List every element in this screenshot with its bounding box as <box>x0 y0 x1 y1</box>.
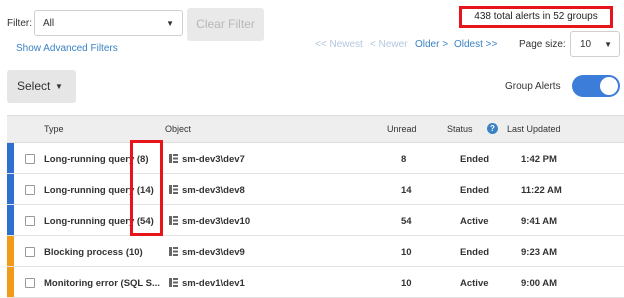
row-checkbox[interactable] <box>25 216 35 226</box>
table-row[interactable]: Long-running query (14) sm-dev3\dev8 14 … <box>7 174 624 205</box>
chevron-down-icon: ▼ <box>604 40 612 49</box>
table-row[interactable]: Long-running query (54) sm-dev3\dev10 54… <box>7 205 624 236</box>
alert-unread: 10 <box>401 247 412 258</box>
pager-newest: << Newest <box>315 39 363 50</box>
severity-stripe <box>7 205 14 235</box>
alert-last-updated: 11:22 AM <box>521 185 562 196</box>
server-icon <box>169 154 178 163</box>
table-header: Type Object Unread Status ? Last Updated <box>7 115 624 143</box>
server-icon <box>169 216 178 225</box>
annotation-highlight-box <box>130 140 163 236</box>
column-header-unread[interactable]: Unread <box>387 124 417 134</box>
severity-stripe <box>7 143 14 173</box>
alert-last-updated: 9:00 AM <box>521 278 558 289</box>
alert-object[interactable]: sm-dev3\dev7 <box>182 154 245 165</box>
severity-stripe <box>7 174 14 204</box>
table-row[interactable]: Monitoring error (SQL S... sm-dev1\dev1 … <box>7 267 624 298</box>
table-row[interactable]: Blocking process (10) sm-dev3\dev9 10 En… <box>7 236 624 267</box>
alert-object[interactable]: sm-dev1\dev1 <box>182 278 245 289</box>
alert-status: Ended <box>460 247 490 258</box>
server-icon <box>169 278 178 287</box>
alert-status: Active <box>460 216 489 227</box>
severity-stripe <box>7 236 14 266</box>
server-icon <box>169 247 178 256</box>
caret-down-icon: ▼ <box>55 82 63 91</box>
clear-filter-button[interactable]: Clear Filter <box>187 8 264 41</box>
alert-type[interactable]: Monitoring error (SQL S... <box>44 278 160 289</box>
server-icon <box>169 185 178 194</box>
column-header-object[interactable]: Object <box>165 124 191 134</box>
alert-unread: 10 <box>401 278 412 289</box>
alert-unread: 14 <box>401 185 412 196</box>
alert-object[interactable]: sm-dev3\dev9 <box>182 247 245 258</box>
alert-type[interactable]: Blocking process (10) <box>44 247 143 258</box>
group-alerts-toggle[interactable] <box>572 75 620 97</box>
page-size-value: 10 <box>580 39 592 50</box>
alert-unread: 8 <box>401 154 407 165</box>
alert-object[interactable]: sm-dev3\dev10 <box>182 216 250 227</box>
group-alerts-label: Group Alerts <box>505 81 561 92</box>
column-header-last-updated[interactable]: Last Updated <box>507 124 561 134</box>
show-advanced-filters-link[interactable]: Show Advanced Filters <box>16 43 118 54</box>
filter-label: Filter: <box>7 18 32 29</box>
filter-selected-value: All <box>43 18 55 29</box>
row-checkbox[interactable] <box>25 154 35 164</box>
alert-object[interactable]: sm-dev3\dev8 <box>182 185 245 196</box>
help-icon[interactable]: ? <box>487 123 498 134</box>
alert-last-updated: 9:41 AM <box>521 216 558 227</box>
pager-oldest[interactable]: Oldest >> <box>454 39 497 50</box>
pager-older[interactable]: Older > <box>415 39 448 50</box>
alert-status: Active <box>460 278 489 289</box>
alert-unread: 54 <box>401 216 412 227</box>
select-button-label: Select <box>17 79 51 93</box>
page-size-label: Page size: <box>519 39 566 50</box>
select-button[interactable]: Select ▼ <box>7 70 76 103</box>
alert-status: Ended <box>460 185 490 196</box>
pager-newer: < Newer <box>370 39 408 50</box>
total-alerts-count: 438 total alerts in 52 groups <box>459 6 613 28</box>
filter-select[interactable]: All ▼ <box>34 10 183 36</box>
row-checkbox[interactable] <box>25 278 35 288</box>
alert-status: Ended <box>460 154 490 165</box>
alert-last-updated: 9:23 AM <box>521 247 558 258</box>
column-header-type[interactable]: Type <box>44 124 64 134</box>
toggle-knob <box>600 77 618 95</box>
table-row[interactable]: Long-running query (8) sm-dev3\dev7 8 En… <box>7 143 624 174</box>
row-checkbox[interactable] <box>25 247 35 257</box>
severity-stripe <box>7 267 14 297</box>
chevron-down-icon: ▼ <box>166 19 174 28</box>
page-size-select[interactable]: 10 ▼ <box>570 31 620 57</box>
alert-last-updated: 1:42 PM <box>521 154 557 165</box>
row-checkbox[interactable] <box>25 185 35 195</box>
column-header-status[interactable]: Status <box>447 124 473 134</box>
